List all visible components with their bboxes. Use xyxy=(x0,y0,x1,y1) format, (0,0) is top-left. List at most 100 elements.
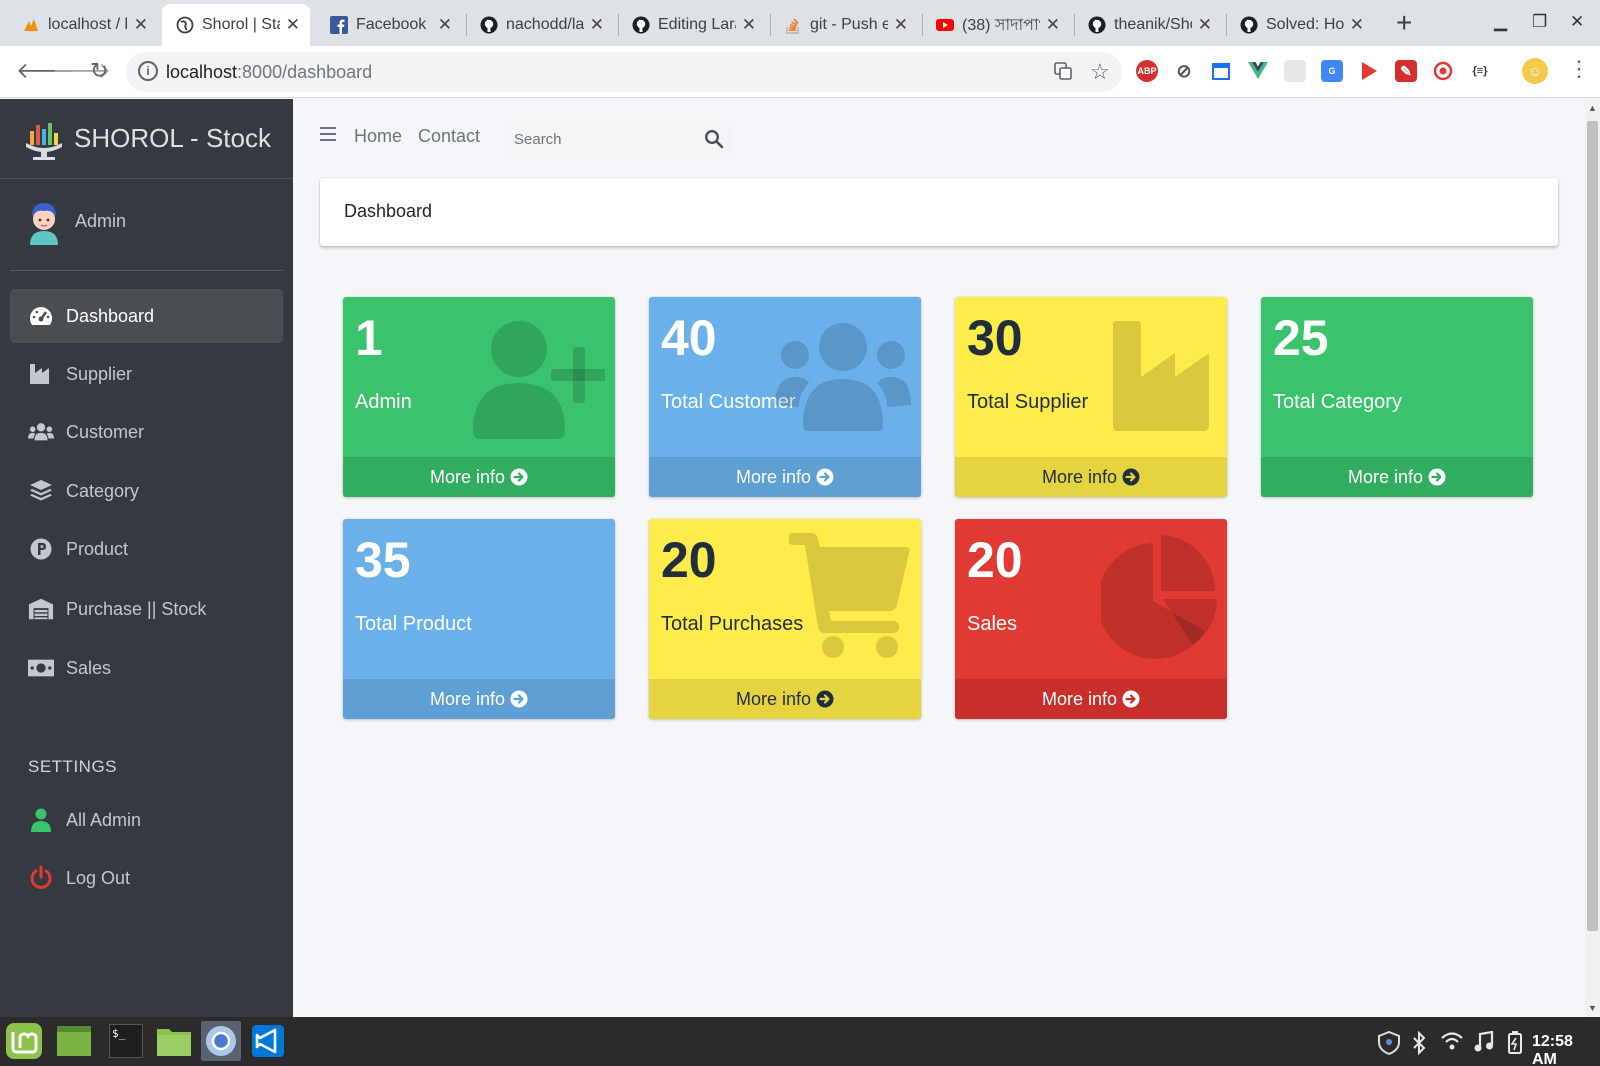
search-icon[interactable] xyxy=(704,129,724,149)
tab-title: theanik/Sho xyxy=(1114,16,1192,33)
users-icon xyxy=(28,420,54,444)
tab-close-icon[interactable]: ✕ xyxy=(134,15,148,35)
layers-icon xyxy=(28,479,54,503)
stat-label: Total Category xyxy=(1273,391,1402,413)
google-translate-icon[interactable]: G xyxy=(1321,60,1343,82)
tab-close-icon[interactable]: ✕ xyxy=(742,15,756,35)
github-icon xyxy=(480,16,498,34)
files-icon[interactable] xyxy=(154,1021,194,1061)
play-extension-icon[interactable] xyxy=(1358,60,1380,82)
tab-close-icon[interactable]: ✕ xyxy=(590,15,604,35)
browser-tab[interactable]: theanik/Sho ✕ xyxy=(1074,4,1222,46)
bluetooth-icon[interactable] xyxy=(1412,1030,1426,1060)
nav-link-home[interactable]: Home xyxy=(354,126,402,147)
tab-title: Solved: How xyxy=(1266,16,1344,33)
more-info-link[interactable]: More info xyxy=(1261,457,1533,497)
browser-tab[interactable]: Facebook ✕ xyxy=(316,4,462,46)
vscode-icon[interactable] xyxy=(248,1021,288,1061)
tab-close-icon[interactable]: ✕ xyxy=(894,15,908,35)
warehouse-icon xyxy=(28,597,54,621)
browser-tab[interactable]: git - Push e ✕ xyxy=(770,4,918,46)
translate-icon[interactable] xyxy=(1054,62,1072,85)
terminal-icon[interactable]: $_ xyxy=(106,1021,146,1061)
search-form xyxy=(504,120,730,158)
pdf-extension-icon[interactable]: ✎ xyxy=(1395,60,1417,82)
clock[interactable]: 12:58 AM xyxy=(1532,1033,1600,1066)
settings-header: SETTINGS xyxy=(28,757,118,776)
info-icon[interactable]: i xyxy=(138,61,158,81)
browser-tab[interactable]: (38) সাদাপাথ ✕ xyxy=(922,4,1070,46)
json-extension-icon[interactable]: {≡} xyxy=(1469,60,1491,82)
battery-icon[interactable] xyxy=(1504,1031,1526,1060)
page-scrollbar[interactable]: ▲ ▼ xyxy=(1585,99,1600,1017)
profile-avatar-icon[interactable]: ☺ xyxy=(1522,58,1548,84)
user-name[interactable]: Admin xyxy=(75,211,126,232)
brand-link[interactable]: SHOROL - Stock xyxy=(0,99,293,179)
browser-tab[interactable]: Editing Lara ✕ xyxy=(618,4,766,46)
close-window-icon[interactable]: ✕ xyxy=(1570,12,1584,32)
chrome-menu-icon[interactable]: ⋮ xyxy=(1568,56,1590,82)
browser-tab-strip: localhost / l ✕ Shorol | Sta ✕ Facebook … xyxy=(0,0,1600,46)
bookmark-star-icon[interactable]: ☆ xyxy=(1090,59,1110,85)
scroll-down-icon[interactable]: ▼ xyxy=(1588,1003,1597,1013)
arrow-circle-right-icon xyxy=(816,468,834,486)
product-p-icon xyxy=(28,537,54,561)
tab-close-icon[interactable]: ✕ xyxy=(438,15,452,35)
block-icon[interactable]: ⊘ xyxy=(1173,60,1195,82)
show-desktop-icon[interactable] xyxy=(54,1021,94,1061)
browser-tab-active[interactable]: Shorol | Sta ✕ xyxy=(162,4,310,46)
user-icon xyxy=(28,808,54,832)
sidebar-item-dashboard[interactable]: Dashboard xyxy=(10,289,283,343)
calendar-extension-icon[interactable] xyxy=(1210,60,1232,82)
stat-label: Total Supplier xyxy=(967,391,1089,413)
chromium-icon[interactable] xyxy=(201,1021,241,1061)
sound-icon[interactable] xyxy=(1474,1030,1494,1058)
reload-icon[interactable]: ↻ xyxy=(90,58,108,84)
record-extension-icon[interactable] xyxy=(1432,60,1454,82)
menu-toggle-icon[interactable] xyxy=(320,127,336,141)
more-info-link[interactable]: More info xyxy=(649,679,921,719)
avatar[interactable] xyxy=(26,199,62,247)
more-info-link[interactable]: More info xyxy=(955,679,1227,719)
scroll-up-icon[interactable]: ▲ xyxy=(1588,103,1597,113)
tab-close-icon[interactable]: ✕ xyxy=(1046,15,1060,35)
nav-link-contact[interactable]: Contact xyxy=(418,126,480,147)
wifi-icon[interactable] xyxy=(1440,1031,1464,1056)
sidebar-item-log-out[interactable]: Log Out xyxy=(10,851,283,905)
minimize-icon[interactable]: ▁ xyxy=(1494,12,1507,32)
sidebar-item-customer[interactable]: Customer xyxy=(10,405,283,459)
tab-close-icon[interactable]: ✕ xyxy=(1350,15,1364,35)
more-info-link[interactable]: More info xyxy=(955,457,1227,497)
mint-menu-icon[interactable] xyxy=(4,1021,44,1061)
extension-placeholder-icon[interactable] xyxy=(1284,60,1306,82)
address-bar[interactable]: i localhost:8000/dashboard ☆ xyxy=(126,52,1122,92)
sidebar-item-purchase-stock[interactable]: Purchase || Stock xyxy=(10,582,283,636)
scroll-thumb[interactable] xyxy=(1587,121,1598,931)
industry-icon xyxy=(28,362,54,386)
search-input[interactable] xyxy=(504,120,694,158)
shield-icon[interactable] xyxy=(1378,1030,1400,1060)
more-info-link[interactable]: More info xyxy=(343,457,615,497)
browser-tab[interactable]: Solved: How ✕ xyxy=(1226,4,1374,46)
sidebar-item-category[interactable]: Category xyxy=(10,464,283,518)
sidebar-item-supplier[interactable]: Supplier xyxy=(10,347,283,401)
content-wrapper: Home Contact Dashboard 1 Admin More info… xyxy=(293,99,1585,1017)
vue-devtools-icon[interactable] xyxy=(1247,60,1269,82)
sidebar-item-sales[interactable]: Sales xyxy=(10,641,283,695)
more-info-link[interactable]: More info xyxy=(649,457,921,497)
adblock-plus-icon[interactable]: ABP xyxy=(1136,60,1158,82)
url-text[interactable]: localhost:8000/dashboard xyxy=(166,62,372,83)
stat-label: Admin xyxy=(355,391,412,413)
sidebar-item-label: Customer xyxy=(66,421,145,442)
restore-icon[interactable]: ❐ xyxy=(1532,12,1547,32)
more-info-link[interactable]: More info xyxy=(343,679,615,719)
browser-tab[interactable]: localhost / l ✕ xyxy=(8,4,158,46)
browser-tab[interactable]: nachodd/la ✕ xyxy=(466,4,614,46)
tab-close-icon[interactable]: ✕ xyxy=(286,15,300,35)
tab-close-icon[interactable]: ✕ xyxy=(1198,15,1212,35)
sidebar-item-product[interactable]: Product xyxy=(10,522,283,576)
sidebar-item-all-admin[interactable]: All Admin xyxy=(10,793,283,847)
arrow-circle-right-icon xyxy=(510,468,528,486)
new-tab-button[interactable]: + xyxy=(1396,8,1412,38)
brand-text: SHOROL - Stock xyxy=(74,123,271,153)
